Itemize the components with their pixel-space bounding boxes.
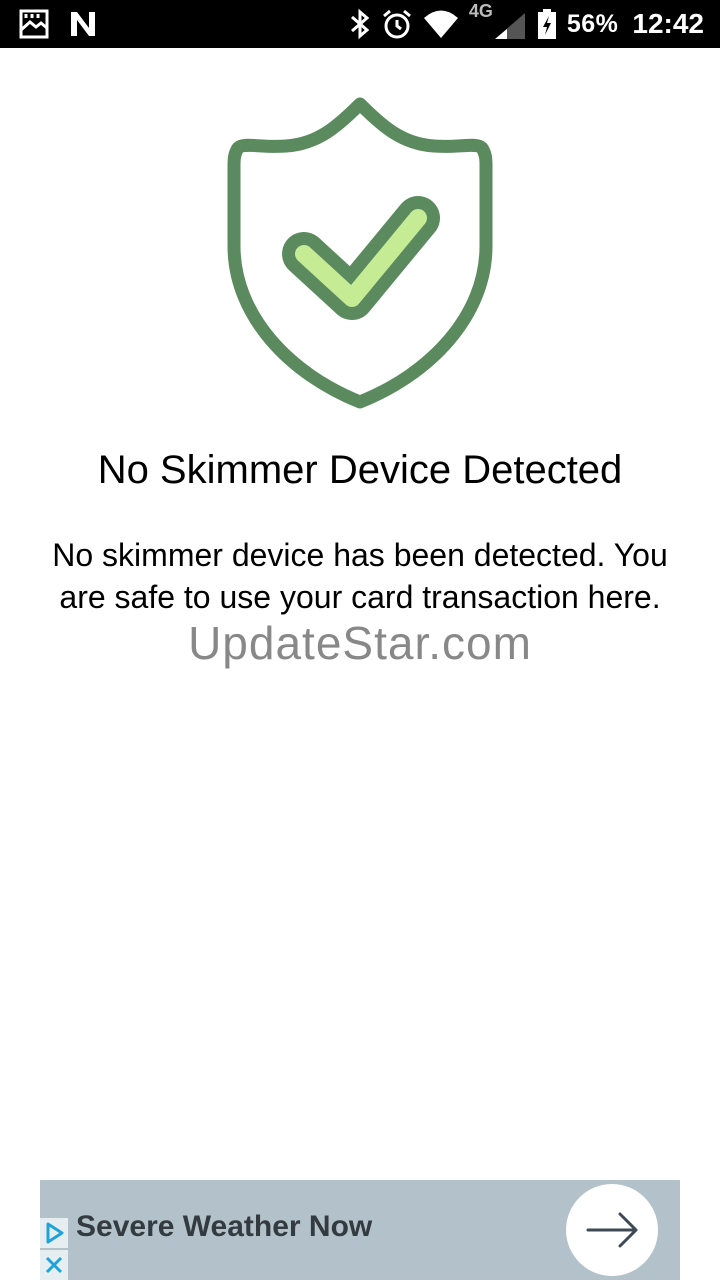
status-bar-right: 4G 56% 12:42: [349, 1, 704, 42]
status-bar: 4G 56% 12:42: [0, 0, 720, 48]
battery-percent: 56%: [566, 9, 619, 38]
alarm-icon: [381, 8, 413, 40]
battery-icon: [537, 8, 557, 40]
clock-time: 12:42: [632, 8, 704, 39]
cellular-signal-icon: 4G: [469, 1, 527, 41]
close-icon[interactable]: [40, 1250, 68, 1280]
status-bar-left: [18, 8, 98, 40]
bluetooth-icon: [349, 8, 371, 40]
network-type-label: 4G: [468, 1, 493, 21]
wifi-icon: [423, 9, 459, 39]
n-notification-icon: [68, 10, 98, 38]
play-triangle-icon[interactable]: [40, 1218, 68, 1248]
gallery-notification-icon: [18, 8, 50, 40]
arrow-right-icon: [586, 1212, 638, 1248]
ad-title[interactable]: Severe Weather Now: [76, 1210, 372, 1244]
shield-check-icon: [220, 96, 500, 412]
ad-banner[interactable]: Severe Weather Now: [40, 1180, 680, 1280]
ad-open-button[interactable]: [566, 1184, 658, 1276]
result-title: No Skimmer Device Detected: [97, 448, 623, 492]
result-message: No skimmer device has been detected. You…: [52, 537, 668, 615]
watermark-text: UpdateStar.com: [188, 617, 532, 669]
